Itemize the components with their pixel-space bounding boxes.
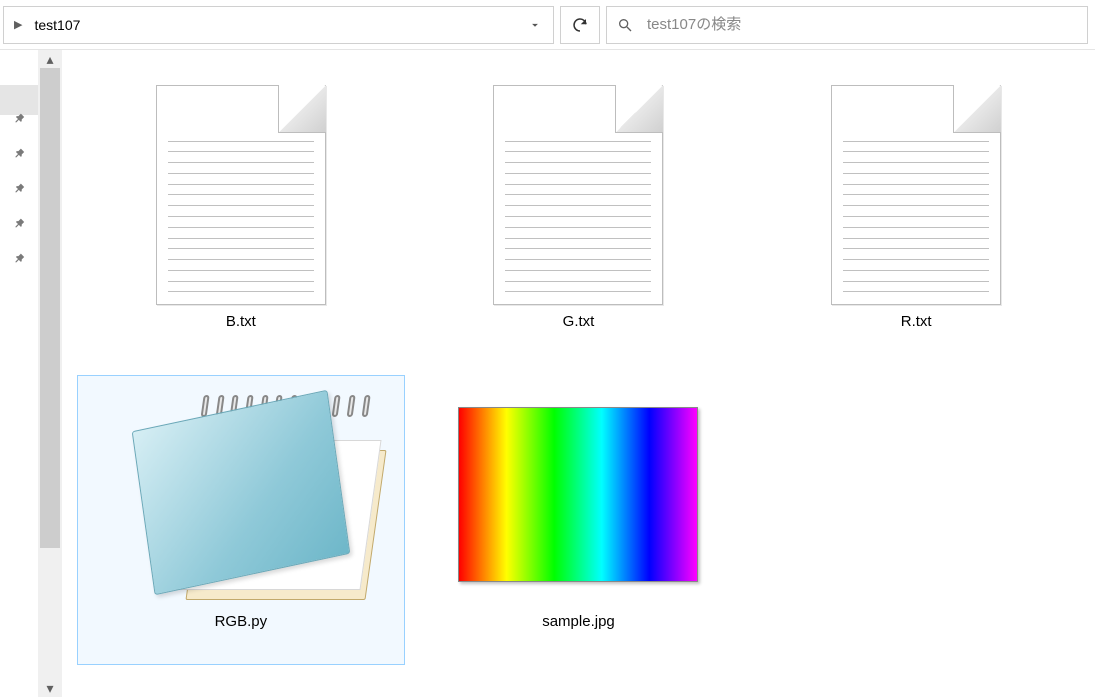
- text-file-icon: [493, 85, 663, 305]
- file-icon-area: [84, 82, 398, 307]
- file-item[interactable]: G.txt: [415, 75, 743, 365]
- scroll-up-icon[interactable]: ▴: [38, 50, 62, 68]
- breadcrumb-current[interactable]: test107: [28, 13, 86, 37]
- image-thumbnail-icon: [458, 407, 698, 582]
- search-icon: [617, 17, 633, 33]
- pin-icon: [8, 215, 30, 237]
- file-icon-area: [759, 82, 1073, 307]
- file-icon-area: [422, 382, 736, 607]
- file-label: B.txt: [226, 313, 256, 330]
- text-file-icon: [831, 85, 1001, 305]
- breadcrumb[interactable]: ▶ test107: [3, 6, 554, 44]
- file-icon-area: [84, 382, 398, 607]
- file-icon-area: [422, 82, 736, 307]
- refresh-button[interactable]: [560, 6, 600, 44]
- scroll-thumb[interactable]: [40, 68, 60, 548]
- history-dropdown[interactable]: [519, 7, 549, 43]
- file-label: R.txt: [901, 313, 932, 330]
- file-item[interactable]: B.txt: [77, 75, 405, 365]
- pin-icon: [8, 180, 30, 202]
- file-item[interactable]: RGB.py: [77, 375, 405, 665]
- chevron-right-icon: ▶: [8, 18, 28, 31]
- nav-scrollbar[interactable]: ▴ ▾: [38, 50, 62, 697]
- search-box[interactable]: [606, 6, 1088, 44]
- chevron-down-icon: [528, 18, 542, 32]
- pin-icon: [8, 145, 30, 167]
- pin-icon: [8, 250, 30, 272]
- file-item[interactable]: R.txt: [752, 75, 1080, 365]
- file-label: RGB.py: [215, 613, 268, 630]
- file-label: sample.jpg: [542, 613, 615, 630]
- file-grid[interactable]: B.txt G.txt R.txt RGB.py sample.jpg: [62, 50, 1095, 697]
- main-area: ▴ ▾ B.txt G.txt R.txt RGB.py sample.jpg: [0, 50, 1095, 697]
- address-toolbar: ▶ test107: [0, 0, 1095, 50]
- file-label: G.txt: [563, 313, 595, 330]
- file-item[interactable]: sample.jpg: [415, 375, 743, 665]
- search-input[interactable]: [647, 16, 1077, 33]
- navigation-pane[interactable]: [0, 50, 38, 697]
- scroll-down-icon[interactable]: ▾: [38, 679, 62, 697]
- refresh-icon: [571, 16, 589, 34]
- notepad-file-icon: [126, 390, 356, 600]
- text-file-icon: [156, 85, 326, 305]
